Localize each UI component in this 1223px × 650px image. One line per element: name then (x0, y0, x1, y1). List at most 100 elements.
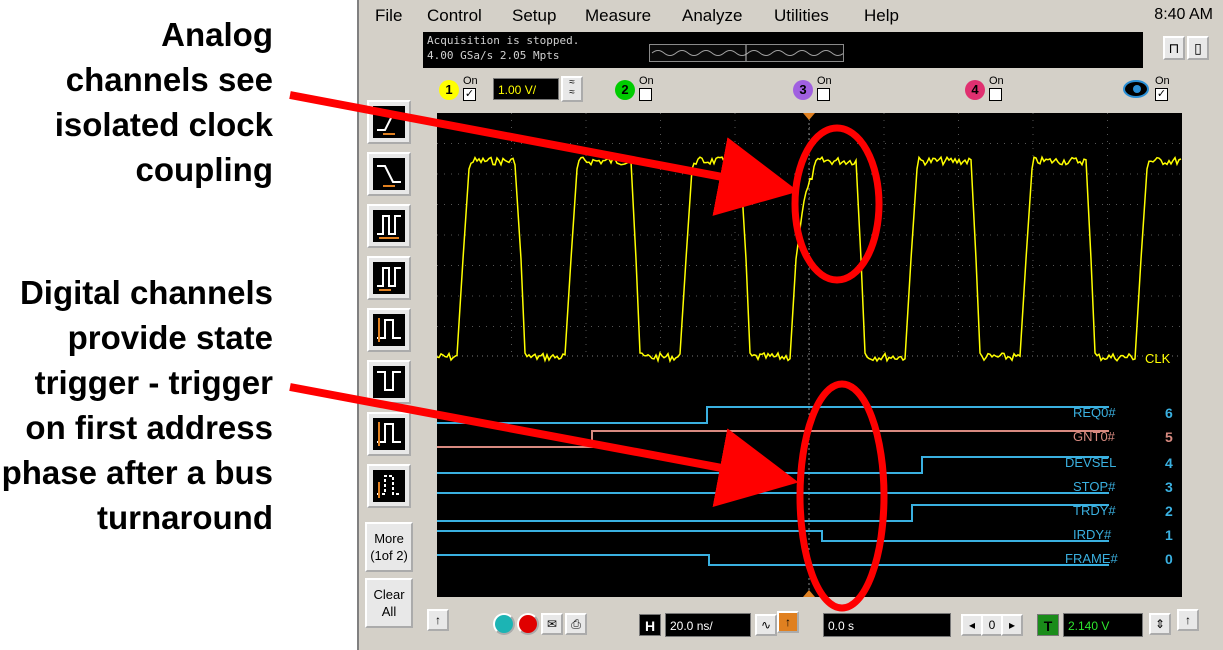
menu-control[interactable]: Control (427, 6, 482, 26)
fall-time-icon[interactable] (367, 152, 411, 196)
clear-label: Clear (373, 587, 405, 602)
channel-3-checkbox[interactable] (817, 88, 830, 101)
menu-label: Setup (512, 6, 557, 25)
delay-field[interactable]: 0.0 s (823, 613, 951, 637)
trigger-marker-bottom (803, 590, 815, 597)
delay-left-icon[interactable]: ◂ (961, 614, 983, 636)
menu-label: Measure (585, 6, 652, 25)
mouse-icon[interactable]: ▯ (1187, 36, 1209, 60)
scale-adjust-icon[interactable]: ≈ ≈ (561, 76, 583, 102)
digital-channel-label: STOP# (1073, 479, 1116, 494)
digital-channel-number: 4 (1165, 455, 1173, 471)
menu-setup[interactable]: Setup (512, 6, 556, 26)
timebase-field[interactable]: 20.0 ns/ (665, 613, 751, 637)
annotation-line: phase after a bus (1, 454, 273, 491)
pulse-measure-icon[interactable] (367, 464, 411, 508)
digital-channel-label: IRDY# (1073, 527, 1112, 542)
scroll-left-icon[interactable]: ↑ (427, 609, 449, 631)
clear-all-label: All (381, 604, 397, 619)
menu-bar: File Control Setup Measure Analyze Utili… (359, 0, 1223, 32)
menu-label: Help (864, 6, 899, 25)
channel-1-scale[interactable]: 1.00 V/ (493, 78, 559, 100)
stop-icon[interactable] (517, 613, 539, 635)
menu-help[interactable]: Help (864, 6, 899, 26)
duty-cycle-icon[interactable] (367, 412, 411, 456)
delay-marker-icon[interactable]: ↑ (777, 611, 799, 633)
menu-utilities[interactable]: Utilities (774, 6, 829, 26)
channel-on-label: On (817, 75, 832, 87)
menu-label: File (375, 6, 403, 25)
run-icon[interactable] (493, 613, 515, 635)
channel-on-label: On (639, 75, 654, 87)
trigger-level-field[interactable]: 2.140 V (1063, 613, 1143, 637)
bottom-bar: ↑ ✉ ⎙ H 20.0 ns/ ∿ ↑ 0.0 s ◂ 0 ▸ T 2.140… (423, 605, 1223, 645)
clear-all-button[interactable]: Clear All (365, 578, 413, 628)
digital-channel-number: 5 (1165, 429, 1173, 445)
digital-trace (437, 504, 1109, 522)
digital-annotation: Digital channels provide state trigger -… (2, 270, 273, 540)
annotation-line: Digital channels (19, 274, 273, 311)
analog-channel-label: CLK (1145, 351, 1171, 366)
digital-channel-number: 6 (1165, 405, 1173, 421)
digital-trace (437, 530, 1109, 542)
frequency-icon[interactable] (367, 256, 411, 300)
measurement-toolbar: More (1of 2) Clear All (363, 100, 417, 640)
channel-on-label: On (989, 75, 1004, 87)
annotation-line: coupling (135, 151, 273, 188)
annotation-line: isolated clock (54, 106, 273, 143)
digital-channel-label: FRAME# (1065, 551, 1118, 566)
status-strip (853, 32, 1143, 68)
channel-3-icon[interactable]: 3 (793, 80, 813, 100)
menu-label: Utilities (774, 6, 829, 25)
channel-2-icon[interactable]: 2 (615, 80, 635, 100)
trigger-marker-top (803, 113, 815, 120)
annotation-line: channels see (65, 61, 273, 98)
menu-measure[interactable]: Measure (585, 6, 651, 26)
trigger-icon: T (1037, 614, 1059, 636)
digital-trace (437, 554, 1109, 566)
channel-1-checkbox[interactable]: ✓ (463, 88, 476, 101)
scroll-right-icon[interactable]: ↑ (1177, 609, 1199, 631)
single-icon[interactable]: ✉ (541, 613, 563, 635)
digital-channels-checkbox[interactable]: ✓ (1155, 88, 1168, 101)
rise-time-icon[interactable] (367, 100, 411, 144)
channel-4-checkbox[interactable] (989, 88, 1002, 101)
more-page-label: (1of 2) (370, 548, 408, 563)
period-icon[interactable] (367, 204, 411, 248)
channel-4-icon[interactable]: 4 (965, 80, 985, 100)
annotation-line: Analog (161, 16, 273, 53)
waveform-display[interactable]: CLK REQ0# 6 GNT0# 5 DEVSEL 4 STOP# 3 TRDY# 2 IRDY#… (437, 113, 1182, 597)
positive-width-icon[interactable] (367, 308, 411, 352)
digital-channel-number: 3 (1165, 479, 1173, 495)
channel-2-checkbox[interactable] (639, 88, 652, 101)
menu-analyze[interactable]: Analyze (682, 6, 742, 26)
more-label: More (374, 531, 404, 546)
digital-channel-number: 0 (1165, 551, 1173, 567)
annotation-line: provide state (67, 319, 273, 356)
digital-trace (437, 406, 1109, 424)
digital-channels-eye-icon[interactable] (1123, 80, 1149, 98)
trigger-adjust-icon[interactable]: ⇕ (1149, 613, 1171, 635)
negative-width-icon[interactable] (367, 360, 411, 404)
digital-channel-label: GNT0# (1073, 429, 1115, 444)
channel-1-icon[interactable]: 1 (439, 80, 459, 100)
menu-label: Analyze (682, 6, 743, 25)
delay-zero-icon[interactable]: 0 (981, 614, 1003, 636)
delay-right-icon[interactable]: ▸ (1001, 614, 1023, 636)
clock: 8:40 AM (1154, 6, 1213, 23)
print-icon[interactable]: ⎙ (565, 613, 587, 635)
waveform-overview (649, 44, 845, 62)
menu-file[interactable]: File (375, 6, 402, 26)
digital-channel-label: REQ0# (1073, 405, 1116, 420)
digital-channel-number: 2 (1165, 503, 1173, 519)
run-stop-icon[interactable]: ⊓ (1163, 36, 1185, 60)
digital-trace (437, 430, 1109, 448)
horizontal-icon: H (639, 614, 661, 636)
channel-bar: 1 On ✓ 1.00 V/ ≈ ≈ 2 On 3 On 4 On On ✓ (423, 70, 1213, 110)
digital-channel-number: 1 (1165, 527, 1173, 543)
timebase-adjust-icon[interactable]: ∿ (755, 614, 777, 636)
menu-label: Control (427, 6, 482, 25)
channel-on-label: On (1155, 75, 1170, 87)
more-button[interactable]: More (1of 2) (365, 522, 413, 572)
analog-annotation: Analog channels see isolated clock coupl… (55, 12, 273, 192)
